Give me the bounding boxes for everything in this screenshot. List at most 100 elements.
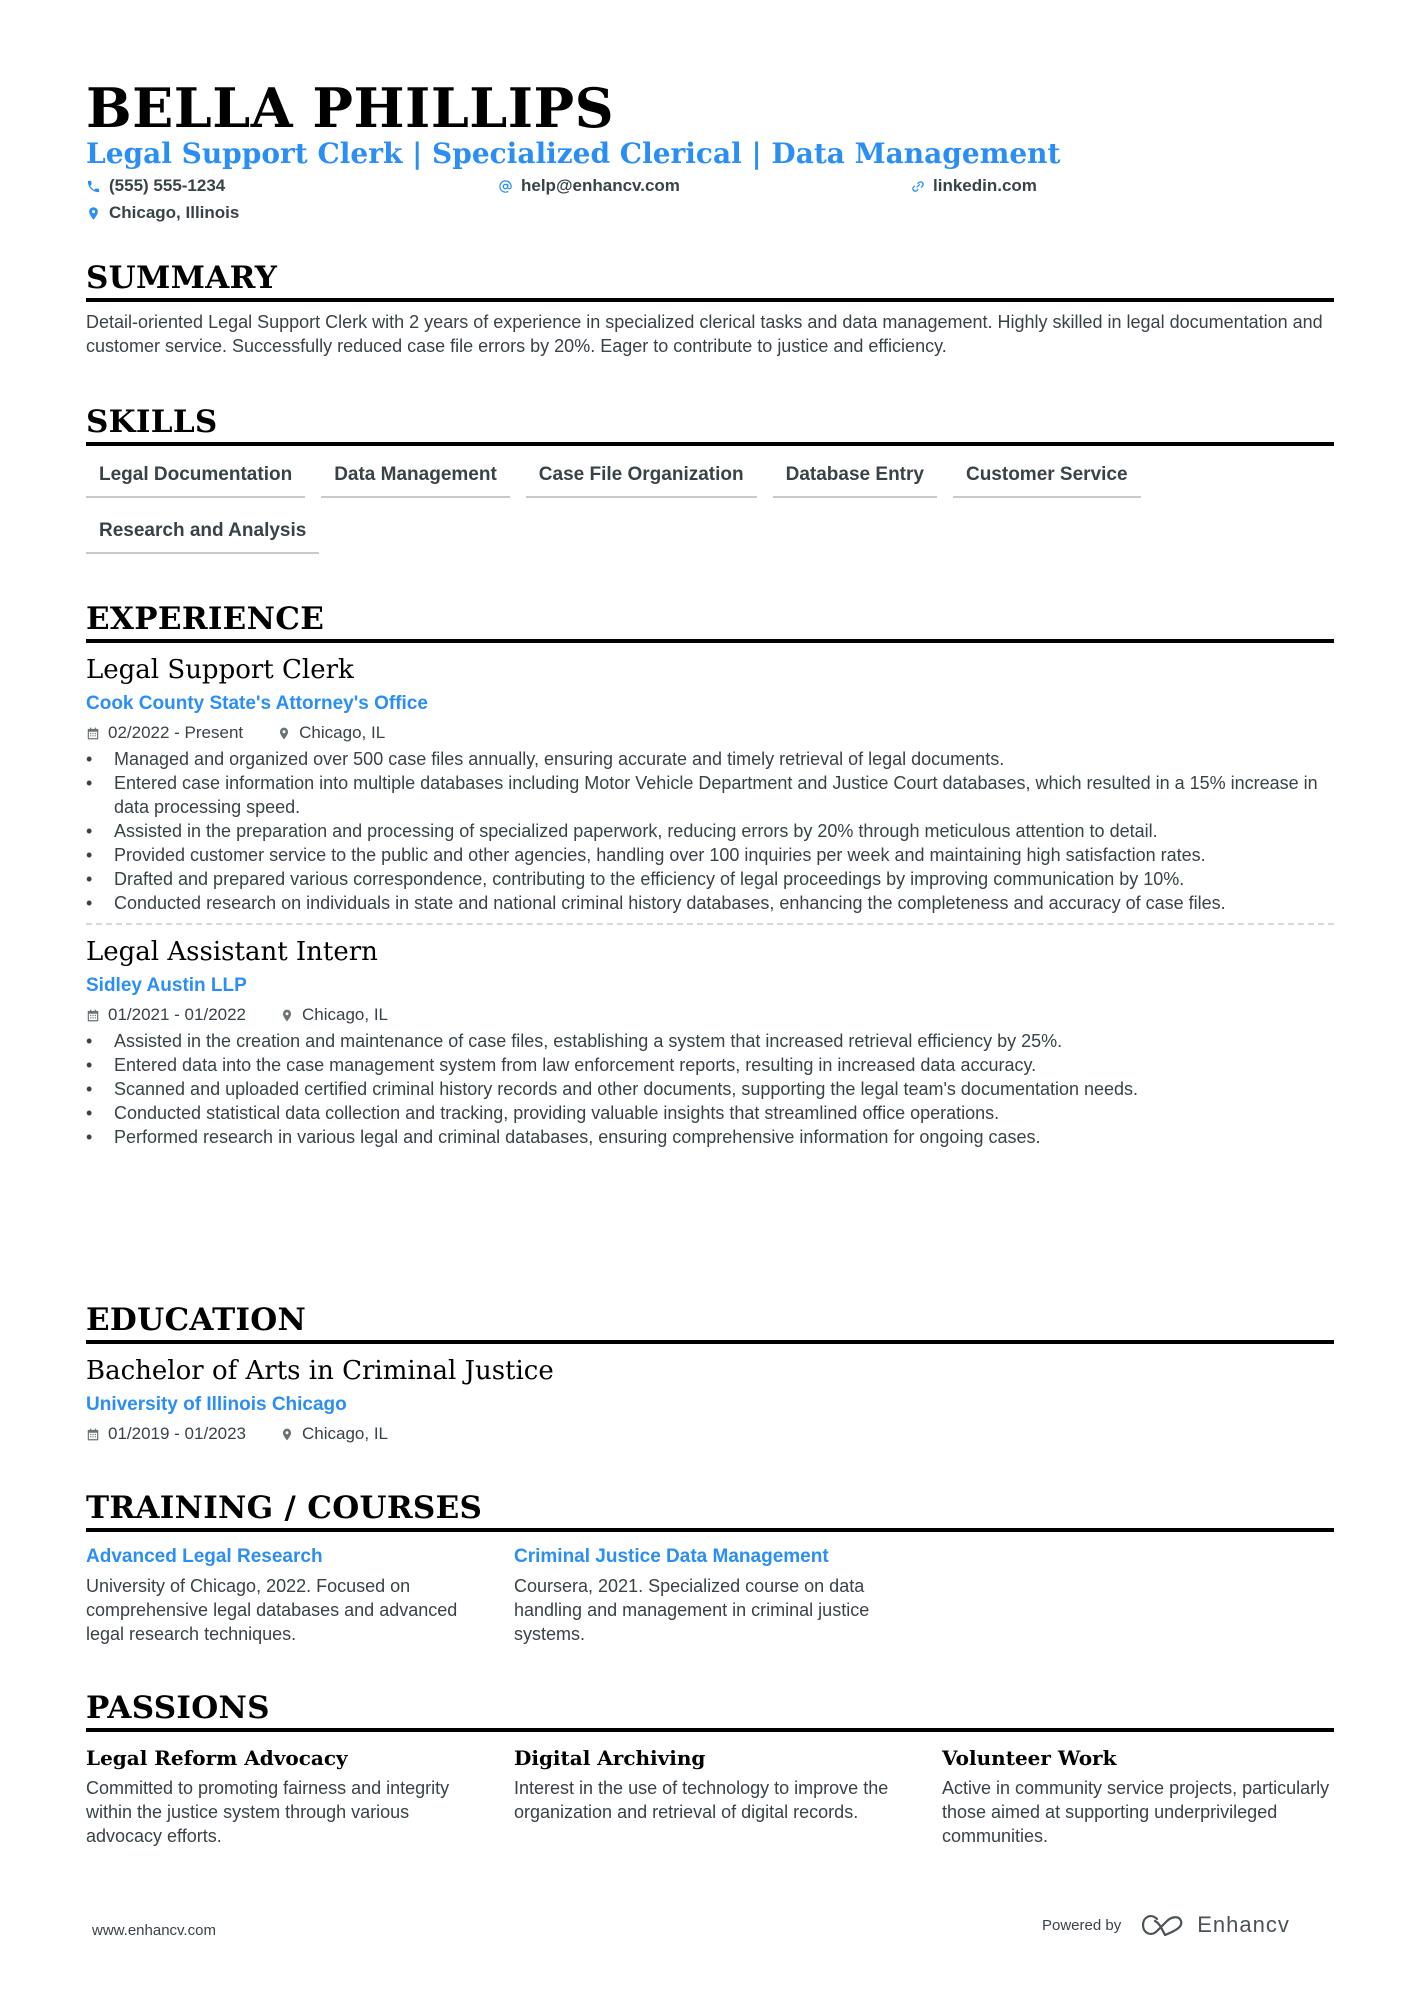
contact-location: Chicago, Illinois [86,203,239,223]
skill-tag: Legal Documentation [86,460,306,498]
powered-by-label: Powered by [1042,1916,1122,1934]
job-dates: 01/2021 - 01/2022 [108,1005,247,1024]
passion-description: Interest in the use of technology to imp… [514,1778,889,1822]
enhancv-logo-icon [1142,1915,1183,1937]
link-icon [912,180,924,192]
bullet-item: Scanned and uploaded certified criminal … [86,1077,1334,1101]
email-value: help@enhancv.com [521,176,680,195]
job-bullets: Managed and organized over 500 case file… [86,747,1334,915]
phone-icon [87,180,100,192]
experience-entry: Legal Support Clerk Cook County State's … [86,653,1334,915]
education-dates: 01/2019 - 01/2023 [108,1424,247,1443]
contact-linkedin[interactable]: linkedin.com [910,176,1037,196]
job-dates: 02/2022 - Present [108,723,244,742]
passion-description: Committed to promoting fairness and inte… [86,1778,450,1846]
section-divider [86,1728,1334,1732]
training-section: TRAINING / COURSES Advanced Legal Resear… [86,1490,1334,1646]
skills-section: SKILLS Legal Documentation Data Manageme… [86,404,1334,554]
passions-list: Legal Reform Advocacy Committed to promo… [86,1744,1334,1848]
experience-section: EXPERIENCE Legal Support Clerk Cook Coun… [86,601,1334,1149]
skill-tag: Research and Analysis [86,516,320,554]
experience-entry: Legal Assistant Intern Sidley Austin LLP… [86,935,1334,1149]
summary-heading: SUMMARY [86,260,278,296]
section-divider [86,1340,1334,1344]
course-title: Advanced Legal Research [86,1546,323,1567]
section-divider [86,639,1334,643]
brand-logo[interactable]: Enhancv [1141,1912,1290,1938]
phone-value: (555) 555-1234 [109,176,226,195]
skills-list: Legal Documentation Data Management Case… [86,460,1334,554]
footer-website[interactable]: www.enhancv.com [92,1922,216,1939]
passion-item: Volunteer Work Active in community servi… [942,1744,1330,1848]
skill-tag: Customer Service [952,460,1141,498]
calendar-icon [87,727,99,739]
section-divider [86,298,1334,302]
education-heading: EDUCATION [86,1302,307,1338]
skills-heading: SKILLS [86,404,218,440]
bullet-item: Provided customer service to the public … [86,843,1334,867]
skill-tag: Case File Organization [525,460,757,498]
bullet-item: Entered case information into multiple d… [86,771,1334,819]
bullet-item: Assisted in the creation and maintenance… [86,1029,1334,1053]
at-icon [499,179,512,193]
section-divider [86,442,1334,446]
bullet-item: Entered data into the case management sy… [86,1053,1334,1077]
summary-text: Detail-oriented Legal Support Clerk with… [86,312,1323,356]
contact-phone: (555) 555-1234 [86,176,225,196]
education-location: Chicago, IL [302,1424,389,1443]
passion-title: Legal Reform Advocacy [86,1746,348,1770]
map-pin-icon [89,206,98,220]
calendar-icon [87,1428,99,1440]
calendar-icon [87,1009,99,1021]
course-description: Coursera, 2021. Specialized course on da… [514,1576,870,1644]
job-meta: 01/2021 - 01/2022 Chicago, IL [86,1003,1334,1027]
education-meta: 01/2019 - 01/2023 Chicago, IL [86,1422,1334,1446]
passion-description: Active in community service projects, pa… [942,1778,1330,1846]
course-description: University of Chicago, 2022. Focused on … [86,1576,458,1644]
headline: Legal Support Clerk | Specialized Cleric… [86,137,1061,170]
company-name: Sidley Austin LLP [86,975,247,996]
bullet-item: Managed and organized over 500 case file… [86,747,1334,771]
location-value: Chicago, Illinois [109,203,240,222]
skill-tag: Data Management [321,460,510,498]
course-item: Advanced Legal Research University of Ch… [86,1544,474,1646]
passion-title: Digital Archiving [514,1746,706,1770]
training-heading: TRAINING / COURSES [86,1490,483,1526]
job-title: Legal Assistant Intern [86,937,378,967]
map-pin-icon [282,1428,292,1440]
job-bullets: Assisted in the creation and maintenance… [86,1029,1334,1149]
contact-email[interactable]: help@enhancv.com [498,176,680,196]
passion-item: Digital Archiving Interest in the use of… [514,1744,902,1848]
job-location: Chicago, IL [299,723,386,742]
bullet-item: Assisted in the preparation and processi… [86,819,1334,843]
course-item: Criminal Justice Data Management Courser… [514,1544,902,1646]
education-section: EDUCATION Bachelor of Arts in Criminal J… [86,1302,1334,1446]
school-name: University of Illinois Chicago [86,1394,347,1415]
passion-item: Legal Reform Advocacy Committed to promo… [86,1744,474,1848]
candidate-name: BELLA PHILLIPS [86,76,615,140]
linkedin-value: linkedin.com [933,176,1037,195]
passions-heading: PASSIONS [86,1690,270,1726]
passion-title: Volunteer Work [942,1746,1117,1770]
bullet-item: Drafted and prepared various corresponde… [86,867,1334,891]
map-pin-icon [280,727,289,739]
job-title: Legal Support Clerk [86,655,354,685]
summary-section: SUMMARY Detail-oriented Legal Support Cl… [86,260,1334,358]
skill-tag: Database Entry [772,460,937,498]
brand-name: Enhancv [1197,1912,1290,1937]
job-location: Chicago, IL [302,1005,389,1024]
company-name: Cook County State's Attorney's Office [86,693,428,714]
bullet-item: Conducted statistical data collection an… [86,1101,1334,1125]
footer-branding: Powered by Enhancv [1042,1912,1290,1938]
degree-title: Bachelor of Arts in Criminal Justice [86,1356,554,1386]
bullet-item: Performed research in various legal and … [86,1125,1334,1149]
training-list: Advanced Legal Research University of Ch… [86,1544,1334,1646]
course-title: Criminal Justice Data Management [514,1546,829,1567]
job-meta: 02/2022 - Present Chicago, IL [86,721,1334,745]
section-divider [86,1528,1334,1532]
experience-heading: EXPERIENCE [86,601,325,637]
passions-section: PASSIONS Legal Reform Advocacy Committed… [86,1690,1334,1848]
bullet-item: Conducted research on individuals in sta… [86,891,1334,915]
map-pin-icon [282,1009,292,1021]
entry-divider [86,923,1334,925]
